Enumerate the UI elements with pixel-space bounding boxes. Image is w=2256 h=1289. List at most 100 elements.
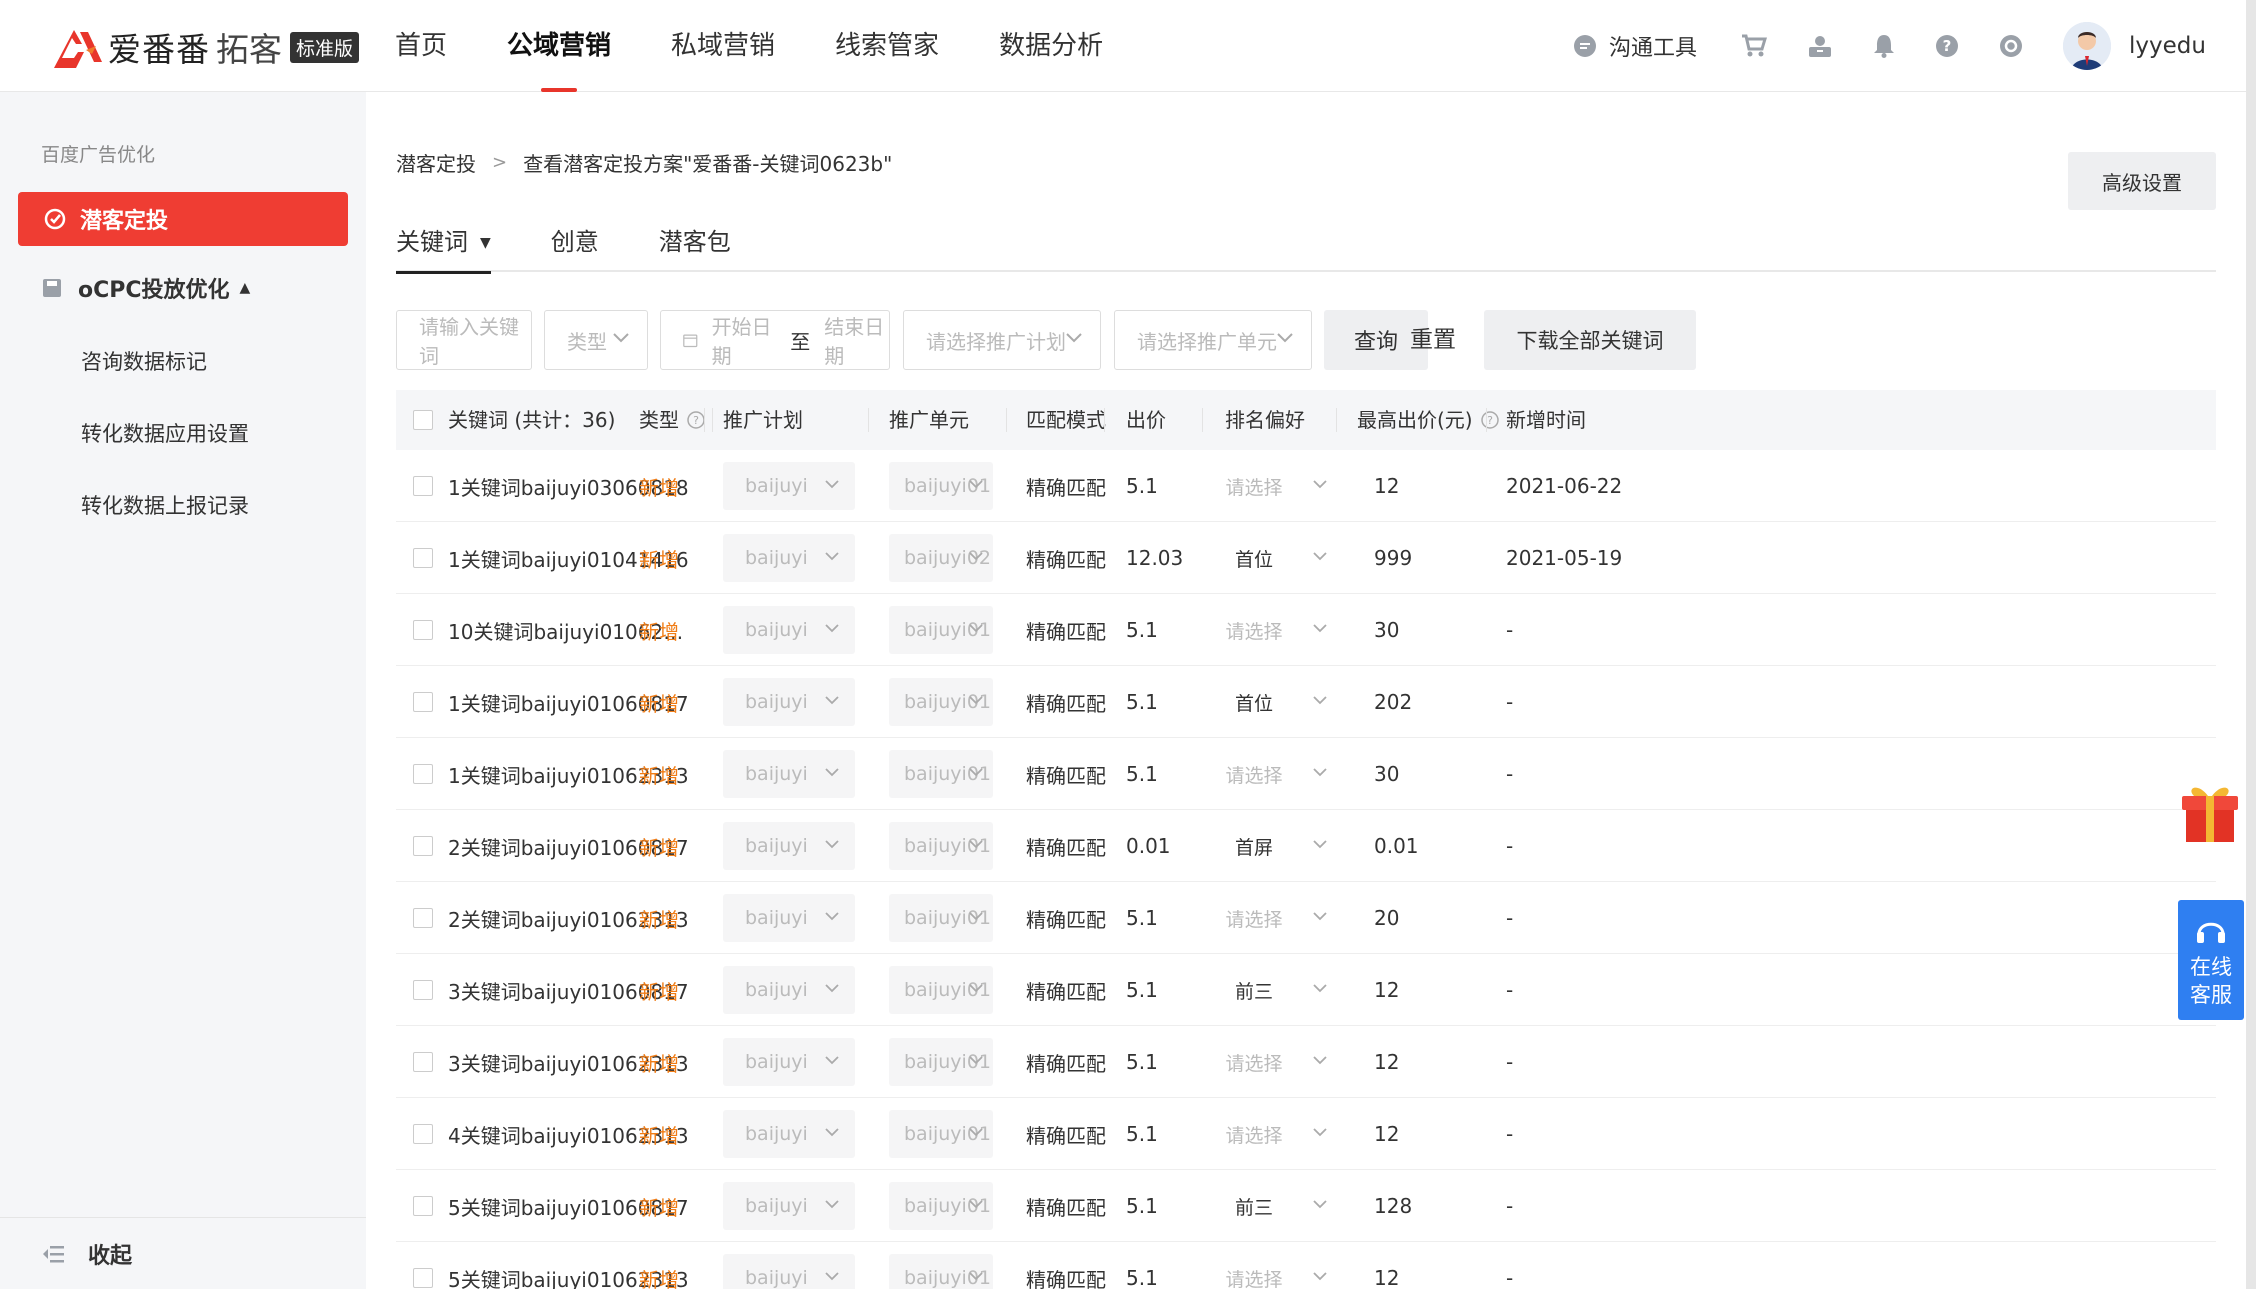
sidebar-item-lead-targeting[interactable]: 潜客定投 bbox=[18, 192, 348, 246]
sidebar-item-conversion-records[interactable]: 转化数据上报记录 bbox=[81, 490, 249, 520]
column-divider bbox=[704, 408, 705, 432]
type-cell: 新增 bbox=[639, 547, 679, 572]
user-menu[interactable]: lyyedu bbox=[2063, 22, 2206, 70]
plan-dropdown[interactable]: baijuyi bbox=[723, 534, 855, 582]
brand-logo[interactable]: 爱番番 拓客 标准版 bbox=[52, 24, 360, 70]
online-service-button[interactable]: 在线 客服 bbox=[2178, 900, 2244, 1020]
match-cell: 精确匹配 bbox=[1026, 547, 1106, 572]
keyword-search-input[interactable]: 请输入关键词 bbox=[396, 310, 532, 370]
rank-dropdown[interactable]: 前三 bbox=[1199, 966, 1327, 1014]
row-checkbox[interactable] bbox=[413, 476, 433, 496]
rank-cell: 请选择 bbox=[1199, 882, 1327, 954]
row-checkbox[interactable] bbox=[413, 980, 433, 1000]
row-checkbox[interactable] bbox=[413, 1268, 433, 1288]
unit-dropdown[interactable]: baijuyi01 bbox=[889, 966, 993, 1014]
gift-button[interactable] bbox=[2178, 778, 2242, 844]
row-checkbox[interactable] bbox=[413, 1052, 433, 1072]
sidebar-collapse-button[interactable]: 收起 bbox=[0, 1217, 366, 1289]
table-row: 3关键词baijuyi01062313 新增 baijuyi baijuyi01 精确匹… bbox=[396, 1026, 2216, 1098]
plan-dropdown[interactable]: baijuyi bbox=[723, 462, 855, 510]
plan-dropdown[interactable]: baijuyi bbox=[723, 1110, 855, 1158]
cart-button[interactable] bbox=[1741, 34, 1768, 58]
settings-button[interactable] bbox=[1999, 34, 2023, 58]
plan-select[interactable]: 请选择推广计划 bbox=[903, 310, 1101, 370]
row-select-cell bbox=[413, 522, 433, 594]
nav-data-analysis[interactable]: 数据分析 bbox=[999, 0, 1103, 92]
row-checkbox[interactable] bbox=[413, 836, 433, 856]
nav-lead-manager[interactable]: 线索管家 bbox=[835, 0, 939, 92]
main-content: 潜客定投 > 查看潜客定投方案"爱番番-关键词0623b" 高级设置 关键词 ▼ … bbox=[366, 92, 2246, 1289]
nav-private-marketing[interactable]: 私域营销 bbox=[671, 0, 775, 92]
unit-dropdown[interactable]: baijuyi01 bbox=[889, 1182, 993, 1230]
unit-dropdown[interactable]: baijuyi01 bbox=[889, 1110, 993, 1158]
row-checkbox[interactable] bbox=[413, 1124, 433, 1144]
unit-dropdown[interactable]: baijuyi01 bbox=[889, 750, 993, 798]
breadcrumb-root[interactable]: 潜客定投 bbox=[396, 148, 476, 177]
rank-dropdown[interactable]: 请选择 bbox=[1199, 462, 1327, 510]
unit-dropdown[interactable]: baijuyi01 bbox=[889, 1254, 993, 1289]
sidebar-item-consult-mark[interactable]: 咨询数据标记 bbox=[81, 346, 207, 376]
unit-dropdown[interactable]: baijuyi01 bbox=[889, 606, 993, 654]
row-checkbox[interactable] bbox=[413, 764, 433, 784]
chevron-down-icon bbox=[825, 768, 839, 777]
row-checkbox[interactable] bbox=[413, 548, 433, 568]
question-icon[interactable]: ? bbox=[1480, 411, 1499, 429]
plan-dropdown[interactable]: baijuyi bbox=[723, 750, 855, 798]
plan-dropdown[interactable]: baijuyi bbox=[723, 1182, 855, 1230]
unit-dropdown[interactable]: baijuyi01 bbox=[889, 894, 993, 942]
plan-dropdown[interactable]: baijuyi bbox=[723, 894, 855, 942]
unit-dropdown[interactable]: baijuyi01 bbox=[889, 822, 993, 870]
row-checkbox[interactable] bbox=[413, 908, 433, 928]
plan-dropdown[interactable]: baijuyi bbox=[723, 606, 855, 654]
plan-dropdown[interactable]: baijuyi bbox=[723, 1254, 855, 1289]
nav-public-marketing[interactable]: 公域营销 bbox=[507, 0, 611, 92]
rank-dropdown[interactable]: 请选择 bbox=[1199, 750, 1327, 798]
rank-dropdown[interactable]: 请选择 bbox=[1199, 1110, 1327, 1158]
contacts-button[interactable] bbox=[1807, 34, 1833, 58]
type-select[interactable]: 类型 bbox=[544, 310, 648, 370]
unit-dropdown[interactable]: baijuyi01 bbox=[889, 1038, 993, 1086]
unit-dropdown[interactable]: baijuyi02 bbox=[889, 534, 993, 582]
reset-button[interactable]: 重置 bbox=[1410, 310, 1456, 370]
nav-home[interactable]: 首页 bbox=[395, 0, 447, 92]
rank-dropdown[interactable]: 首位 bbox=[1199, 534, 1327, 582]
download-keywords-button[interactable]: 下载全部关键词 bbox=[1484, 310, 1696, 370]
tab-creatives[interactable]: 创意 bbox=[551, 222, 599, 272]
row-checkbox[interactable] bbox=[413, 692, 433, 712]
rank-dropdown[interactable]: 请选择 bbox=[1199, 1254, 1327, 1289]
tab-keywords[interactable]: 关键词 ▼ bbox=[396, 222, 491, 274]
sidebar-section-title: 百度广告优化 bbox=[41, 144, 156, 166]
match-cell: 精确匹配 bbox=[1026, 1195, 1106, 1220]
plan-value: baijuyi bbox=[745, 835, 808, 857]
sidebar-item-conversion-settings[interactable]: 转化数据应用设置 bbox=[81, 418, 249, 448]
select-all-checkbox[interactable] bbox=[413, 410, 433, 430]
help-button[interactable]: ? bbox=[1935, 34, 1959, 58]
rank-dropdown[interactable]: 请选择 bbox=[1199, 1038, 1327, 1086]
chevron-down-icon bbox=[969, 840, 983, 849]
plan-dropdown[interactable]: baijuyi bbox=[723, 966, 855, 1014]
plan-dropdown[interactable]: baijuyi bbox=[723, 822, 855, 870]
rank-dropdown[interactable]: 请选择 bbox=[1199, 894, 1327, 942]
row-checkbox[interactable] bbox=[413, 1196, 433, 1216]
date-range-picker[interactable]: 开始日期 至 结束日期 bbox=[660, 310, 890, 370]
unit-cell: baijuyi01 bbox=[889, 954, 993, 1026]
advanced-settings-button[interactable]: 高级设置 bbox=[2068, 152, 2216, 210]
rank-dropdown[interactable]: 首位 bbox=[1199, 678, 1327, 726]
row-checkbox[interactable] bbox=[413, 620, 433, 640]
rank-dropdown[interactable]: 前三 bbox=[1199, 1182, 1327, 1230]
column-divider bbox=[1202, 408, 1203, 432]
question-icon[interactable]: ? bbox=[687, 411, 705, 429]
unit-dropdown[interactable]: baijuyi01 bbox=[889, 462, 993, 510]
notifications-button[interactable] bbox=[1873, 34, 1895, 58]
tab-lead-packages[interactable]: 潜客包 bbox=[659, 222, 731, 272]
unit-dropdown[interactable]: baijuyi01 bbox=[889, 678, 993, 726]
comm-tool-link[interactable]: 沟通工具 bbox=[1573, 30, 1697, 62]
sidebar-group-ocpc[interactable]: oCPC投放优化 ▲ bbox=[42, 272, 250, 304]
rank-dropdown[interactable]: 请选择 bbox=[1199, 606, 1327, 654]
plan-dropdown[interactable]: baijuyi bbox=[723, 678, 855, 726]
rank-dropdown[interactable]: 首屏 bbox=[1199, 822, 1327, 870]
plan-dropdown[interactable]: baijuyi bbox=[723, 1038, 855, 1086]
unit-cell: baijuyi01 bbox=[889, 1170, 993, 1242]
window-scrollbar[interactable] bbox=[2246, 0, 2256, 1289]
unit-select[interactable]: 请选择推广单元 bbox=[1114, 310, 1312, 370]
